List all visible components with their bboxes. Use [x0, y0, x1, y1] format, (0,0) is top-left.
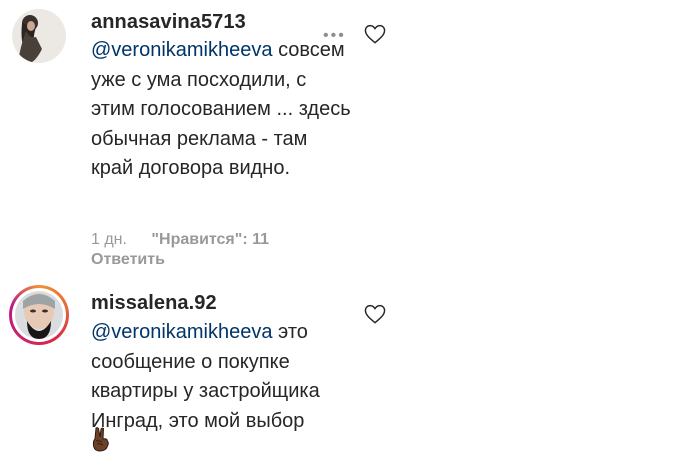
mention-link[interactable]: @veronikamikheeva — [91, 39, 273, 61]
comment-text: @veronikamikheeva это сообщение о покупк… — [91, 318, 351, 436]
reply-button[interactable]: Ответить — [91, 251, 165, 269]
likes-count[interactable]: "Нравится": 11 — [151, 231, 269, 249]
avatar[interactable] — [9, 285, 69, 345]
avatar[interactable] — [12, 9, 66, 63]
timestamp[interactable]: 1 дн. — [91, 231, 127, 249]
mention-link[interactable]: @veronikamikheeva — [91, 321, 273, 343]
comment-text: @veronikamikheeva совсем уже с ума посхо… — [91, 36, 351, 184]
victory-hand-icon — [92, 427, 109, 452]
username[interactable]: missalena.92 — [91, 292, 217, 315]
username[interactable]: annasavina5713 — [91, 11, 246, 34]
heart-icon[interactable] — [364, 24, 386, 44]
heart-icon[interactable] — [364, 304, 386, 324]
comment-meta: 1 дн. "Нравится": 11 — [91, 231, 269, 249]
